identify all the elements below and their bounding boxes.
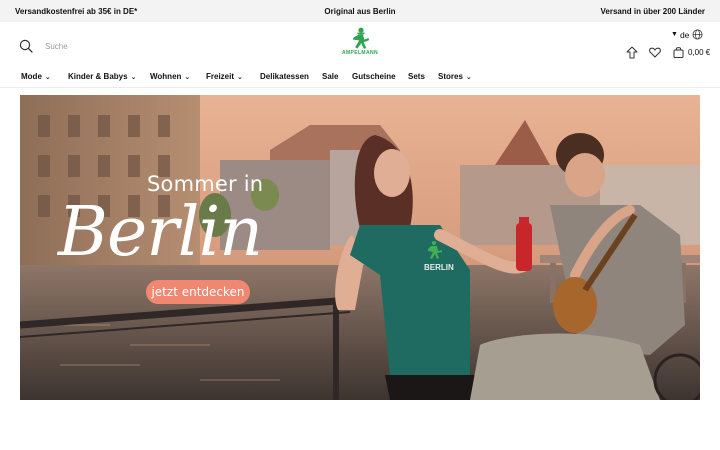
heart-icon[interactable]	[649, 47, 661, 58]
cart-total[interactable]: 0,00 €	[688, 48, 710, 57]
nav-item-stores[interactable]: Stores ⌄	[438, 72, 472, 81]
search-input[interactable]	[45, 39, 225, 53]
nav-item-gutscheine[interactable]: Gutscheine	[352, 72, 396, 81]
main-navigation: Mode ⌄ Kinder & Babys ⌄ Wohnen ⌄ Freizeit ⌄ …	[0, 66, 720, 88]
chevron-down-icon: ⌄	[237, 74, 243, 81]
announcement-bar: Versandkostenfrei ab 35€ in DE* Original…	[0, 0, 720, 22]
nav-item-wohnen[interactable]: Wohnen ⌄	[150, 72, 190, 81]
nav-item-kinder-babys[interactable]: Kinder & Babys ⌄	[68, 72, 136, 81]
nav-item-label: Sale	[322, 72, 339, 81]
nav-item-label: Mode	[21, 72, 42, 81]
globe-icon	[692, 29, 703, 40]
chevron-down-icon: ⌄	[44, 74, 51, 81]
search-icon[interactable]	[19, 39, 33, 53]
nav-item-mode[interactable]: Mode ⌄	[21, 72, 51, 81]
nav-item-delikatessen[interactable]: Delikatessen	[260, 72, 309, 81]
nav-item-freizeit[interactable]: Freizeit ⌄	[206, 72, 243, 81]
nav-item-label: Sets	[408, 72, 425, 81]
language-selector[interactable]: ▼ de	[671, 29, 703, 40]
language-label: de	[679, 29, 690, 40]
international-shipping-notice: Versand in über 200 Länder	[600, 7, 705, 16]
logo-wordmark: AMPELMANN	[341, 50, 379, 56]
nav-item-label: Freizeit	[206, 72, 235, 81]
chevron-down-icon: ⌄	[184, 74, 191, 81]
hero-title: Berlin	[58, 193, 263, 272]
nav-item-label: Stores	[438, 72, 463, 81]
nav-item-sale[interactable]: Sale	[322, 72, 338, 81]
chevron-down-icon: ⌄	[465, 74, 472, 81]
header-actions: 0,00 €	[626, 45, 710, 59]
nav-item-label: Gutscheine	[352, 72, 396, 81]
site-header: AMPELMANN ▼ de 0,00 €	[0, 22, 720, 66]
nav-item-label: Kinder & Babys	[68, 72, 128, 81]
nav-item-label: Wohnen	[150, 72, 182, 81]
shirt-print-text: BERLIN	[424, 263, 454, 272]
discover-button[interactable]: jetzt entdecken	[146, 280, 250, 304]
chevron-down-icon: ⌄	[130, 74, 137, 81]
nav-item-label: Delikatessen	[260, 72, 309, 81]
nav-item-sets[interactable]: Sets	[408, 72, 425, 81]
ampelmann-logo[interactable]: AMPELMANN	[337, 27, 383, 61]
bag-icon[interactable]	[673, 46, 684, 58]
upload-icon[interactable]	[626, 46, 638, 59]
hero-banner[interactable]: BERLIN Sommer in Berlin jetzt entdecken	[20, 95, 700, 400]
chevron-down-icon: ▼	[671, 31, 678, 38]
ampelmann-figure-icon	[353, 27, 369, 49]
